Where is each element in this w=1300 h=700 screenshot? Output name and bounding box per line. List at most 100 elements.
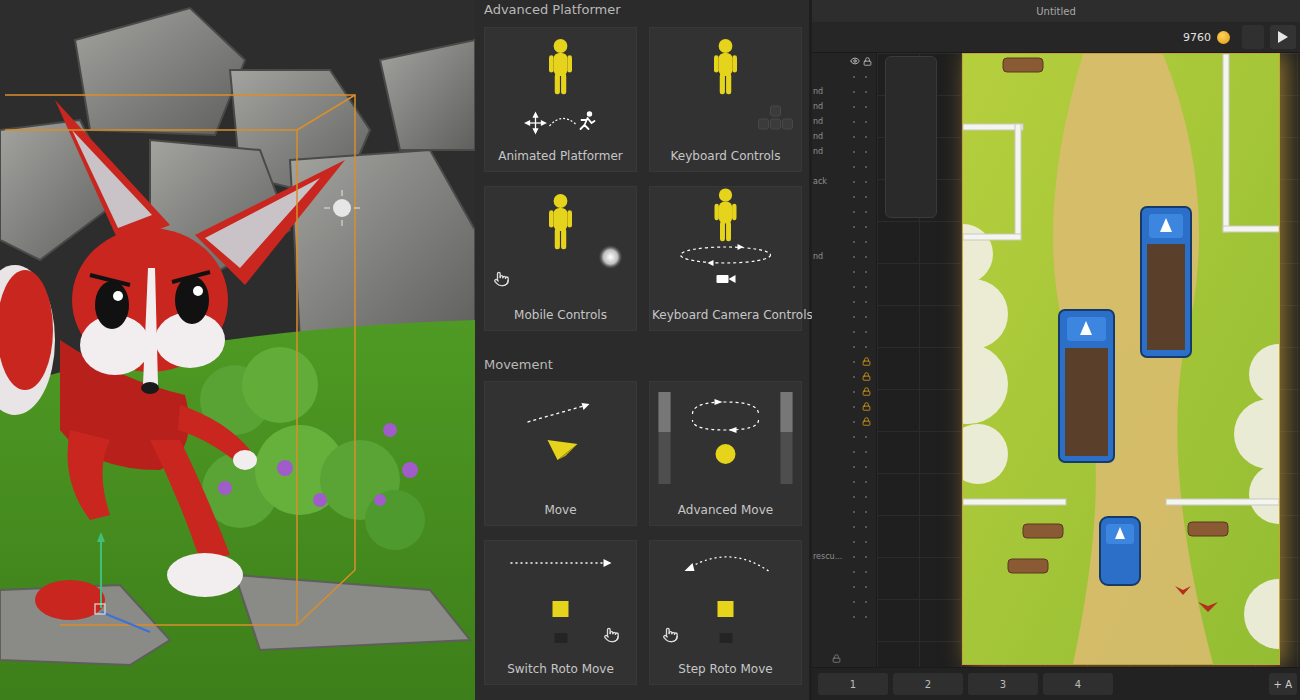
layer-row[interactable]: nd: [812, 114, 876, 129]
layer-row[interactable]: nd: [812, 84, 876, 99]
lock-toggle[interactable]: [860, 311, 872, 323]
layer-row[interactable]: ack: [812, 174, 876, 189]
visibility-toggle[interactable]: [848, 221, 860, 233]
visibility-toggle[interactable]: [848, 266, 860, 278]
layer-row[interactable]: [812, 354, 876, 369]
lock-toggle[interactable]: [860, 611, 872, 623]
tool-group[interactable]: [1242, 25, 1264, 49]
lock-toggle[interactable]: [860, 476, 872, 488]
visibility-toggle[interactable]: [848, 506, 860, 518]
lock-toggle[interactable]: [860, 86, 872, 98]
visibility-toggle[interactable]: [848, 581, 860, 593]
layer-row[interactable]: [812, 609, 876, 624]
eye-icon[interactable]: [850, 56, 860, 66]
layer-row[interactable]: nd: [812, 129, 876, 144]
layer-row[interactable]: [812, 399, 876, 414]
layer-row[interactable]: [812, 324, 876, 339]
layer-row[interactable]: [812, 489, 876, 504]
layer-row[interactable]: [812, 519, 876, 534]
bounding-box[interactable]: [5, 95, 355, 625]
lock-toggle[interactable]: [860, 401, 872, 413]
layer-row[interactable]: [812, 294, 876, 309]
lock-toggle[interactable]: [860, 191, 872, 203]
visibility-toggle[interactable]: [848, 236, 860, 248]
lock-toggle[interactable]: [860, 116, 872, 128]
layer-row[interactable]: rescu...: [812, 549, 876, 564]
visibility-toggle[interactable]: [848, 146, 860, 158]
layer-row[interactable]: [812, 504, 876, 519]
behavior-card[interactable]: Step Roto Move: [649, 540, 802, 685]
visibility-toggle[interactable]: [848, 161, 860, 173]
lock-toggle[interactable]: [860, 446, 872, 458]
layer-row[interactable]: [812, 579, 876, 594]
visibility-toggle[interactable]: [848, 86, 860, 98]
lock-toggle[interactable]: [860, 236, 872, 248]
lock-toggle[interactable]: [860, 221, 872, 233]
visibility-toggle[interactable]: [848, 191, 860, 203]
behavior-card[interactable]: Animated Platformer: [484, 27, 637, 172]
layer-row[interactable]: [812, 69, 876, 84]
visibility-toggle[interactable]: [848, 131, 860, 143]
truck[interactable]: [1059, 310, 1114, 462]
lock-toggle[interactable]: [860, 176, 872, 188]
visibility-toggle[interactable]: [848, 566, 860, 578]
3d-viewport[interactable]: [0, 0, 475, 700]
lock-toggle[interactable]: [860, 161, 872, 173]
layer-row[interactable]: [812, 564, 876, 579]
layer-row[interactable]: [812, 159, 876, 174]
behavior-card[interactable]: Switch Roto Move: [484, 540, 637, 685]
visibility-toggle[interactable]: [848, 446, 860, 458]
lock-toggle[interactable]: [860, 251, 872, 263]
layer-row[interactable]: nd: [812, 249, 876, 264]
visibility-toggle[interactable]: [848, 206, 860, 218]
layer-row[interactable]: [812, 279, 876, 294]
lock-toggle[interactable]: [860, 281, 872, 293]
layer-row[interactable]: [812, 234, 876, 249]
lock-toggle[interactable]: [860, 491, 872, 503]
play-button[interactable]: [1270, 25, 1296, 49]
transform-gizmo-icon[interactable]: [95, 532, 150, 632]
visibility-toggle[interactable]: [848, 431, 860, 443]
lock-toggle[interactable]: [860, 596, 872, 608]
scene-canvas[interactable]: [877, 53, 1300, 667]
lock-toggle[interactable]: [860, 551, 872, 563]
layer-tab[interactable]: 4: [1043, 673, 1113, 695]
lock-toggle[interactable]: [860, 386, 872, 398]
visibility-toggle[interactable]: [848, 296, 860, 308]
layer-row[interactable]: nd: [812, 144, 876, 159]
layer-row[interactable]: [812, 459, 876, 474]
lock-icon[interactable]: [863, 57, 872, 66]
lock-toggle[interactable]: [860, 101, 872, 113]
visibility-toggle[interactable]: [848, 491, 860, 503]
layer-row[interactable]: [812, 444, 876, 459]
lock-toggle[interactable]: [860, 581, 872, 593]
layer-row[interactable]: [812, 309, 876, 324]
visibility-toggle[interactable]: [848, 551, 860, 563]
layer-row[interactable]: [812, 384, 876, 399]
game-scene[interactable]: [963, 54, 1279, 664]
layer-row[interactable]: [812, 534, 876, 549]
lock-toggle[interactable]: [860, 506, 872, 518]
lock-toggle[interactable]: [860, 326, 872, 338]
3d-viewport-render[interactable]: [0, 0, 475, 700]
lock-toggle[interactable]: [860, 131, 872, 143]
lock-toggle[interactable]: [860, 371, 872, 383]
lock-toggle[interactable]: [860, 146, 872, 158]
visibility-toggle[interactable]: [848, 521, 860, 533]
lock-toggle[interactable]: [860, 296, 872, 308]
visibility-toggle[interactable]: [848, 596, 860, 608]
visibility-toggle[interactable]: [848, 416, 860, 428]
layer-row[interactable]: [812, 339, 876, 354]
player-car[interactable]: [1100, 517, 1140, 585]
visibility-toggle[interactable]: [848, 356, 860, 368]
layer-row[interactable]: [812, 264, 876, 279]
layer-row[interactable]: [812, 219, 876, 234]
fox-character[interactable]: [0, 100, 345, 620]
layer-row[interactable]: [812, 474, 876, 489]
layer-tab[interactable]: 3: [968, 673, 1038, 695]
behavior-card[interactable]: Keyboard Camera Controls: [649, 186, 802, 331]
layer-row[interactable]: [812, 429, 876, 444]
behavior-card[interactable]: Move: [484, 381, 637, 526]
lock-toggle[interactable]: [860, 266, 872, 278]
lock-toggle[interactable]: [860, 71, 872, 83]
